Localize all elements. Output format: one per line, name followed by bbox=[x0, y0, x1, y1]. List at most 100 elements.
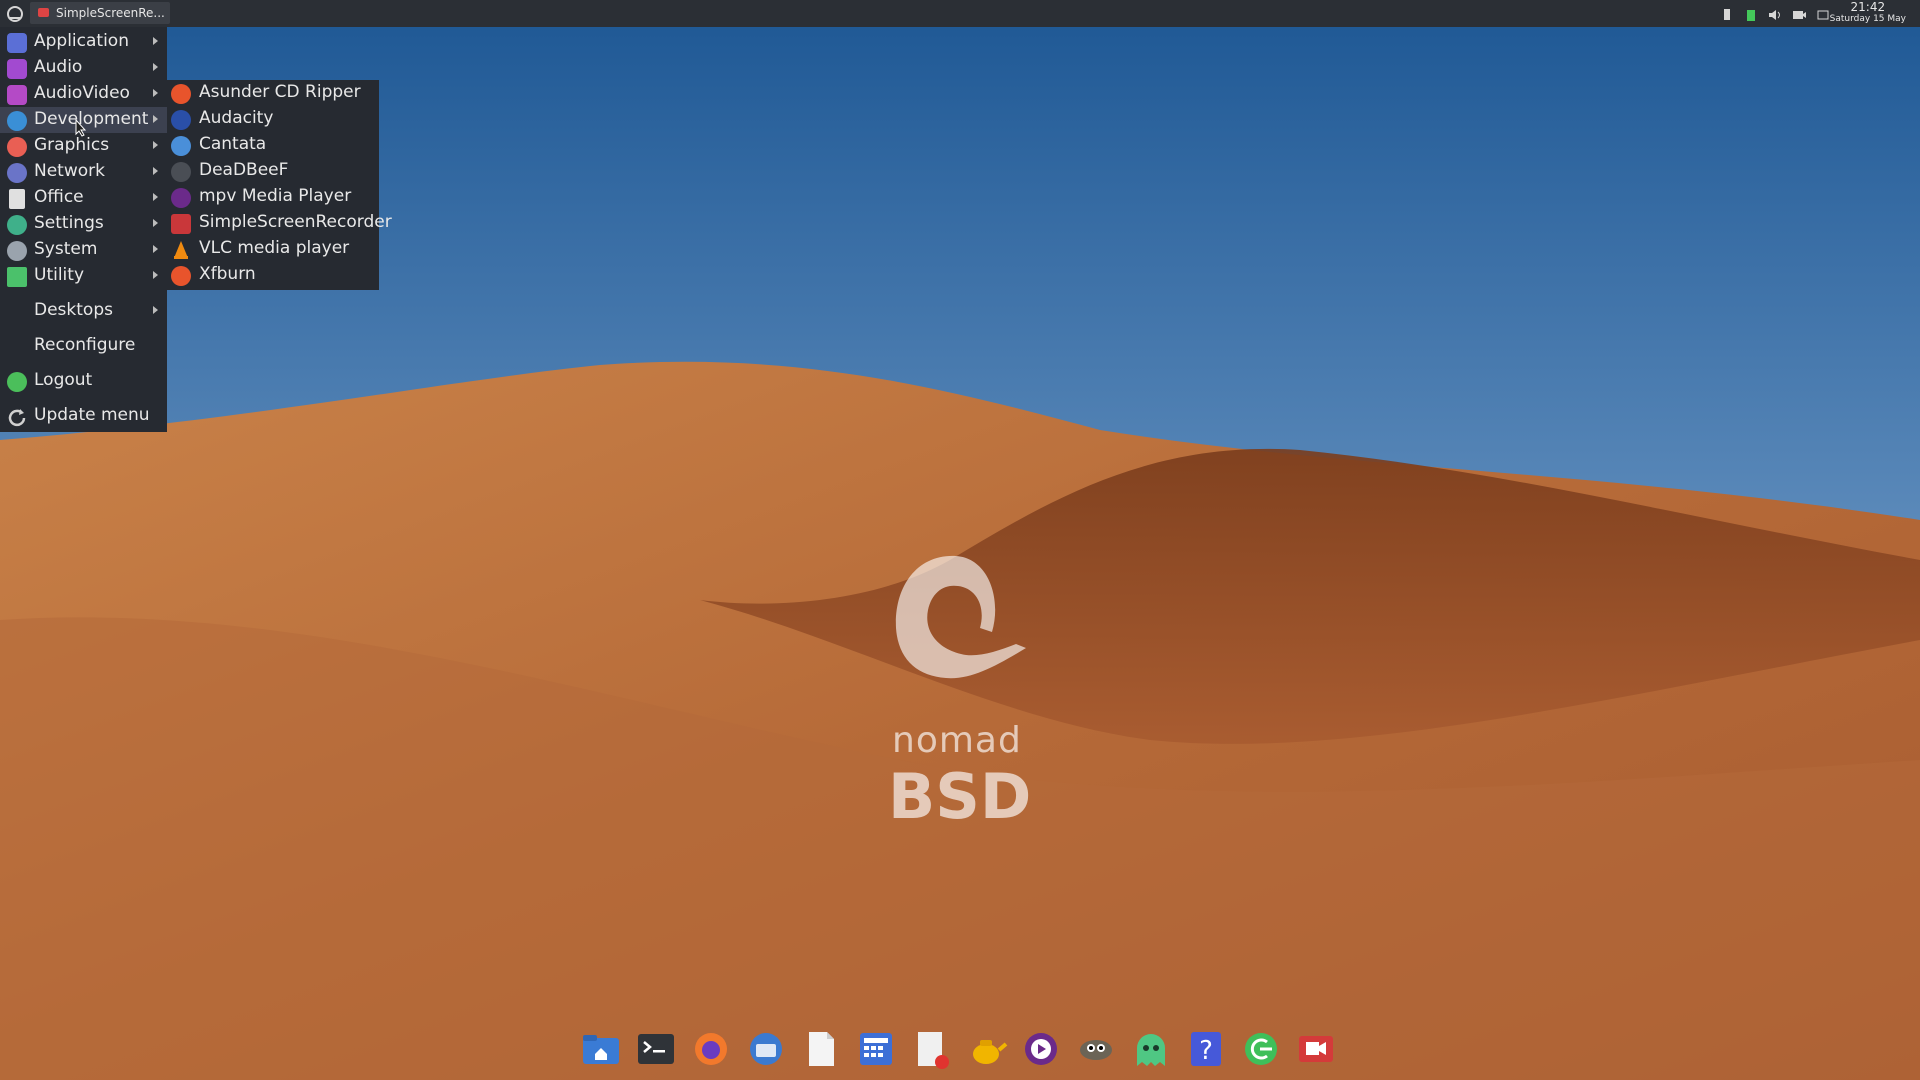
submenu-item-deadbeef[interactable]: DeaDBeeF bbox=[167, 158, 379, 184]
menu-item-update-menu[interactable]: Update menu bbox=[0, 403, 167, 429]
graphics-icon bbox=[7, 137, 27, 157]
audacity-icon bbox=[171, 110, 191, 130]
menu-item-label: Settings bbox=[34, 213, 104, 233]
menu-item-utility[interactable]: Utility bbox=[0, 263, 167, 289]
screen-recorder-tray-icon[interactable] bbox=[1792, 7, 1806, 21]
menu-item-label: SimpleScreenRecorder bbox=[199, 212, 392, 232]
dock-item-screen-recorder[interactable] bbox=[1293, 1026, 1339, 1072]
menu-item-logout[interactable]: Logout bbox=[0, 368, 167, 394]
svg-text:?: ? bbox=[1199, 1036, 1213, 1066]
development-icon bbox=[7, 111, 27, 131]
refresh-icon bbox=[8, 409, 26, 427]
dock-item-calculator[interactable] bbox=[853, 1026, 899, 1072]
menu-item-label: Development bbox=[34, 109, 149, 129]
battery-icon[interactable] bbox=[1744, 7, 1758, 21]
menu-item-label: mpv Media Player bbox=[199, 186, 352, 206]
main-menu: Application Audio AudioVideo Development… bbox=[0, 27, 167, 432]
audio-icon bbox=[7, 59, 27, 79]
menu-launcher-icon[interactable] bbox=[4, 3, 26, 25]
menu-item-label: Asunder CD Ripper bbox=[199, 82, 361, 102]
menu-item-label: DeaDBeeF bbox=[199, 160, 289, 180]
clock[interactable]: 21:42 Saturday 15 May bbox=[1830, 1, 1906, 25]
teapot-icon bbox=[973, 1040, 1008, 1064]
submenu-arrow-icon bbox=[153, 271, 158, 279]
dock-item-help[interactable]: ? bbox=[1183, 1026, 1229, 1072]
xfburn-icon bbox=[171, 266, 191, 286]
menu-item-label: Audio bbox=[34, 57, 83, 77]
submenu-item-vlc[interactable]: VLC media player bbox=[167, 236, 379, 262]
taskbar-button-simplescreenrecorder[interactable]: SimpleScreenRe... bbox=[30, 2, 170, 24]
menu-item-label: VLC media player bbox=[199, 238, 350, 258]
clock-time: 21:42 bbox=[1850, 0, 1886, 14]
vlc-icon bbox=[174, 241, 188, 259]
dock-item-gimp[interactable] bbox=[1073, 1026, 1119, 1072]
menu-item-settings[interactable]: Settings bbox=[0, 211, 167, 237]
submenu-arrow-icon bbox=[153, 115, 158, 123]
dock-item-ghost[interactable] bbox=[1128, 1026, 1174, 1072]
menu-item-reconfigure[interactable]: Reconfigure bbox=[0, 333, 167, 359]
menu-item-network[interactable]: Network bbox=[0, 159, 167, 185]
firefox-icon bbox=[695, 1033, 727, 1065]
submenu-arrow-icon bbox=[153, 245, 158, 253]
network-icon[interactable] bbox=[1816, 7, 1830, 21]
menu-item-label: Logout bbox=[34, 370, 93, 390]
menu-item-system[interactable]: System bbox=[0, 237, 167, 263]
text-editor-icon bbox=[918, 1032, 949, 1069]
menu-item-label: AudioVideo bbox=[34, 83, 130, 103]
gimp-icon bbox=[1080, 1040, 1112, 1060]
development-submenu: Asunder CD Ripper Audacity Cantata DeaDB… bbox=[167, 80, 392, 290]
dock-item-file-manager[interactable] bbox=[578, 1026, 624, 1072]
dock-item-terminal[interactable] bbox=[633, 1026, 679, 1072]
dock-item-logout[interactable] bbox=[1238, 1026, 1284, 1072]
menu-item-label: Network bbox=[34, 161, 105, 181]
taskbar-button-label: SimpleScreenRe... bbox=[56, 6, 165, 20]
system-tray bbox=[1720, 5, 1830, 23]
menu-item-label: Update menu bbox=[34, 405, 150, 425]
submenu-item-asunder[interactable]: Asunder CD Ripper bbox=[167, 80, 379, 106]
screen-recorder-icon bbox=[1299, 1036, 1333, 1062]
menu-item-label: Xfburn bbox=[199, 264, 256, 284]
deadbeef-icon bbox=[171, 162, 191, 182]
dock-item-media-player[interactable] bbox=[1018, 1026, 1064, 1072]
submenu-item-xfburn[interactable]: Xfburn bbox=[167, 262, 379, 288]
menu-item-label: Utility bbox=[34, 265, 85, 285]
dock-item-thunderbird[interactable] bbox=[743, 1026, 789, 1072]
logo-text-bsd: BSD bbox=[888, 760, 1032, 833]
menu-item-audio[interactable]: Audio bbox=[0, 55, 167, 81]
dock-item-text-editor[interactable] bbox=[908, 1026, 954, 1072]
mouse-cursor-icon bbox=[75, 119, 87, 137]
menu-item-label: Desktops bbox=[34, 300, 113, 320]
menu-item-desktops[interactable]: Desktops bbox=[0, 298, 167, 324]
cantata-icon bbox=[171, 136, 191, 156]
menu-item-label: Graphics bbox=[34, 135, 110, 155]
ghost-icon bbox=[1137, 1034, 1165, 1066]
menu-item-label: Audacity bbox=[199, 108, 274, 128]
file-manager-icon bbox=[583, 1035, 619, 1064]
clock-date: Saturday 15 May bbox=[1829, 14, 1906, 24]
submenu-item-cantata[interactable]: Cantata bbox=[167, 132, 379, 158]
thunderbird-icon bbox=[750, 1033, 782, 1065]
menu-item-office[interactable]: Office bbox=[0, 185, 167, 211]
nomadbsd-logo bbox=[895, 555, 1026, 679]
submenu-arrow-icon bbox=[153, 37, 158, 45]
menu-item-label: Office bbox=[34, 187, 84, 207]
dock-item-firefox[interactable] bbox=[688, 1026, 734, 1072]
submenu-arrow-icon bbox=[153, 141, 158, 149]
submenu-arrow-icon bbox=[153, 167, 158, 175]
submenu-item-audacity[interactable]: Audacity bbox=[167, 106, 379, 132]
dock-item-text-document[interactable] bbox=[798, 1026, 844, 1072]
submenu-arrow-icon bbox=[153, 219, 158, 227]
volume-icon[interactable] bbox=[1768, 7, 1782, 21]
submenu-item-simplescreenrecorder[interactable]: SimpleScreenRecorder bbox=[167, 210, 392, 236]
dock-item-teapot[interactable] bbox=[963, 1026, 1009, 1072]
menu-item-audiovideo[interactable]: AudioVideo bbox=[0, 81, 167, 107]
terminal-icon bbox=[638, 1034, 674, 1064]
calculator-icon bbox=[860, 1033, 892, 1065]
submenu-arrow-icon bbox=[153, 63, 158, 71]
usb-drive-icon[interactable] bbox=[1720, 7, 1734, 21]
logout-icon bbox=[7, 372, 27, 392]
menu-item-application[interactable]: Application bbox=[0, 29, 167, 55]
menu-item-label: System bbox=[34, 239, 98, 259]
submenu-item-mpv[interactable]: mpv Media Player bbox=[167, 184, 379, 210]
utility-icon bbox=[7, 267, 27, 287]
